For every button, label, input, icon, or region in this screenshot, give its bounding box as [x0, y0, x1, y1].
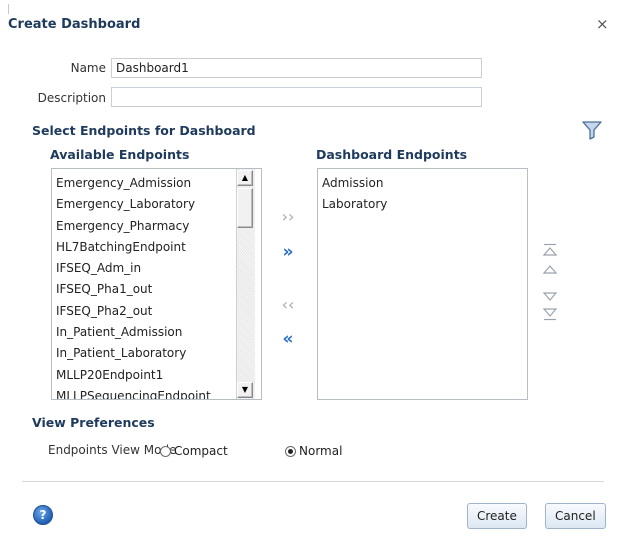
move-selected-right-icon[interactable]: ›› — [278, 208, 298, 226]
available-endpoints-heading: Available Endpoints — [50, 147, 190, 162]
scroll-down-icon[interactable]: ▼ — [237, 382, 253, 398]
move-to-top-icon[interactable] — [541, 242, 559, 258]
radio-compact[interactable]: Compact — [160, 443, 228, 459]
create-dashboard-dialog: Create Dashboard × Name Description Sele… — [0, 0, 618, 560]
move-all-left-icon[interactable]: « — [278, 330, 298, 348]
move-all-right-icon[interactable]: » — [278, 243, 298, 261]
available-endpoint-item[interactable]: Emergency_Laboratory — [56, 194, 261, 215]
available-endpoint-item[interactable]: IFSEQ_Adm_in — [56, 258, 261, 279]
available-endpoint-item[interactable]: Emergency_Pharmacy — [56, 216, 261, 237]
footer-divider — [22, 481, 604, 482]
radio-normal-label: Normal — [299, 444, 343, 458]
create-button[interactable]: Create — [467, 503, 527, 529]
available-endpoints-list[interactable]: Emergency_Admission Emergency_Laboratory E… — [51, 168, 262, 400]
scroll-thumb[interactable] — [237, 188, 253, 228]
move-down-icon[interactable] — [541, 289, 559, 305]
dashboard-endpoints-heading: Dashboard Endpoints — [316, 147, 468, 162]
close-icon[interactable]: × — [596, 15, 609, 33]
move-selected-left-icon[interactable]: ‹‹ — [278, 296, 298, 314]
radio-normal[interactable]: Normal — [285, 443, 342, 459]
dialog-title: Create Dashboard — [8, 17, 141, 32]
filter-icon[interactable] — [581, 120, 603, 140]
available-endpoint-item[interactable]: IFSEQ_Pha1_out — [56, 279, 261, 300]
view-mode-label: Endpoints View Mode — [48, 443, 177, 457]
available-endpoint-item[interactable]: Emergency_Admission — [56, 173, 261, 194]
description-label: Description — [37, 91, 106, 105]
description-input[interactable] — [111, 87, 482, 107]
dashboard-endpoints-list[interactable]: Admission Laboratory — [317, 168, 528, 400]
radio-compact-indicator[interactable] — [160, 445, 171, 457]
view-preferences-heading: View Preferences — [32, 415, 155, 430]
available-endpoint-item[interactable]: HL7BatchingEndpoint — [56, 237, 261, 258]
scroll-up-icon[interactable]: ▲ — [237, 170, 253, 186]
available-endpoint-item[interactable]: MLLP20Endpoint1 — [56, 365, 261, 386]
radio-compact-label: Compact — [174, 444, 228, 458]
available-endpoint-item[interactable]: IFSEQ_Pha2_out — [56, 301, 261, 322]
dialog-corner — [8, 4, 9, 14]
dashboard-endpoint-item[interactable]: Laboratory — [322, 194, 527, 215]
dashboard-items-container: Admission Laboratory — [322, 173, 527, 216]
available-endpoint-item[interactable]: MLLPSequencingEndpoint — [56, 386, 261, 399]
available-items-container: Emergency_Admission Emergency_Laboratory E… — [56, 173, 261, 399]
name-label: Name — [70, 61, 106, 75]
select-endpoints-heading: Select Endpoints for Dashboard — [32, 123, 256, 138]
name-input[interactable] — [111, 58, 482, 78]
move-up-icon[interactable] — [541, 262, 559, 278]
available-endpoint-item[interactable]: In_Patient_Laboratory — [56, 343, 261, 364]
help-icon[interactable]: ? — [33, 505, 53, 525]
available-endpoint-item[interactable]: In_Patient_Admission — [56, 322, 261, 343]
available-list-scrollbar[interactable]: ▲ ▼ — [236, 169, 255, 399]
radio-normal-indicator[interactable] — [285, 445, 296, 457]
move-to-bottom-icon[interactable] — [541, 306, 559, 322]
dashboard-endpoint-item[interactable]: Admission — [322, 173, 527, 194]
cancel-button[interactable]: Cancel — [545, 503, 606, 529]
